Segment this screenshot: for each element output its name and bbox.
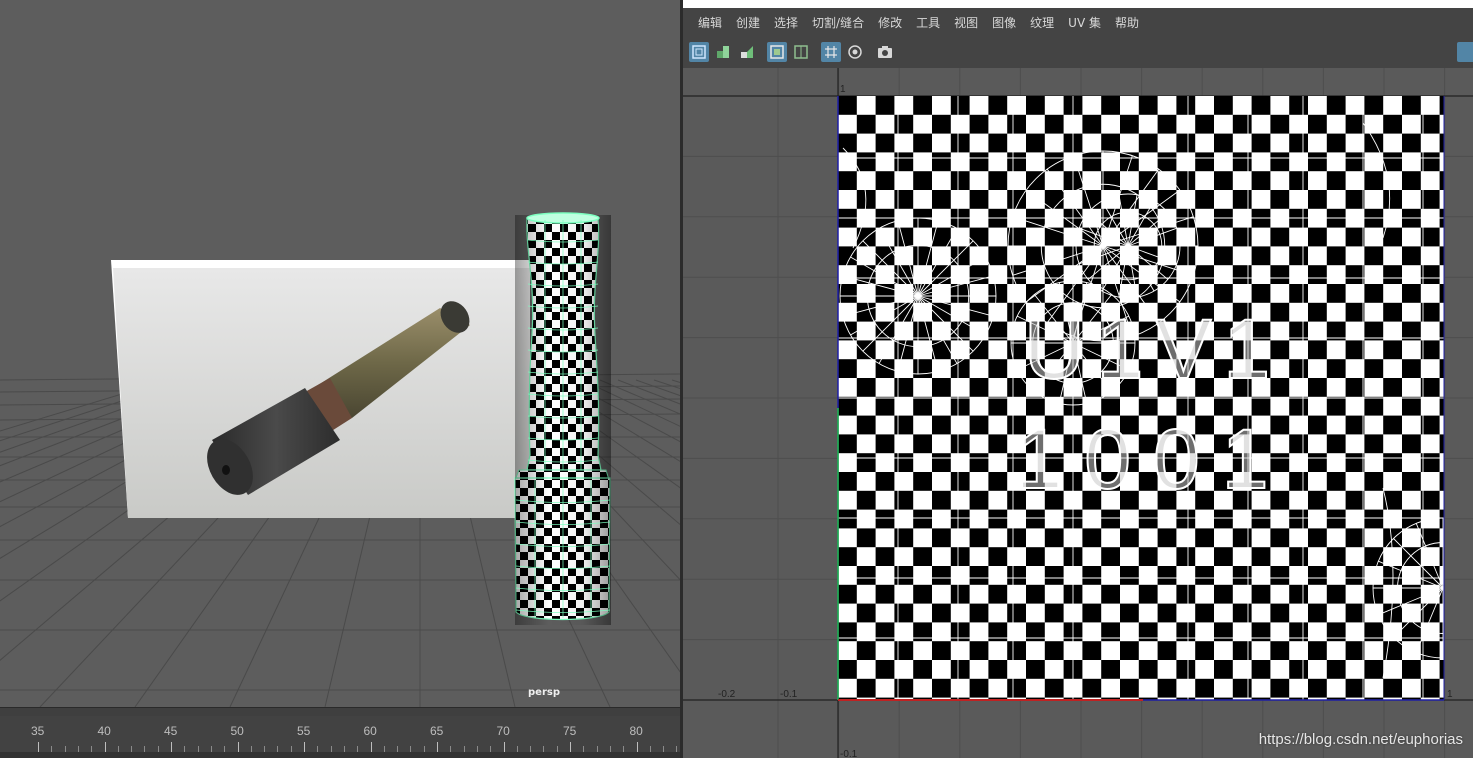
uv-shell-border-icon[interactable]	[713, 42, 733, 62]
snap-pixel-icon[interactable]	[845, 42, 865, 62]
uv-axis-label: -0.1	[780, 689, 798, 700]
timeline-frame-label: 50	[230, 724, 244, 738]
timeline-major-tick	[437, 742, 438, 752]
timeline-frame-label: 35	[31, 724, 45, 738]
grid-toggle-icon[interactable]	[821, 42, 841, 62]
timeline-frame-label: 55	[297, 724, 311, 738]
timeline-major-tick	[237, 742, 239, 752]
timeline-frame-label: 60	[363, 724, 377, 738]
timeline-frame-label: 70	[496, 724, 510, 738]
timeline-major-tick	[304, 742, 305, 752]
menu-edit[interactable]: 编辑	[691, 14, 729, 31]
timeline-major-tick	[503, 742, 505, 752]
uv-axis-label: -0.2	[718, 689, 736, 700]
menu-help[interactable]: 帮助	[1108, 14, 1146, 31]
uv-space-drawing: U1V1 1001	[683, 68, 1473, 758]
uv-editor-toolbar	[683, 36, 1473, 68]
snapshot-camera-icon[interactable]	[875, 42, 895, 62]
dim-image-icon[interactable]	[791, 42, 811, 62]
menu-create[interactable]: 创建	[729, 14, 767, 31]
timeline-frame-label: 40	[97, 724, 111, 738]
menu-modify[interactable]: 修改	[871, 14, 909, 31]
uv-axis-label: 1	[840, 84, 846, 95]
uv-texture-canvas[interactable]: U1V1 1001 1 1 -0.2 -0.1 -0.1	[683, 68, 1473, 758]
timeline-frame-label: 65	[430, 724, 444, 738]
timeline-major-tick	[636, 742, 638, 752]
timeline-major-tick	[171, 742, 172, 752]
camera-label: persp	[528, 687, 560, 698]
menu-uv-sets[interactable]: UV 集	[1061, 14, 1108, 31]
timeline-frame-label: 75	[563, 724, 577, 738]
viewport-scene	[0, 212, 680, 707]
menu-select[interactable]: 选择	[767, 14, 805, 31]
timeline-frame-label: 45	[164, 724, 178, 738]
timeline-major-tick	[570, 742, 571, 752]
uv-editor-panel: 编辑 创建 选择 切割/缝合 修改 工具 视图 图像 纹理 UV 集 帮助 U1…	[683, 0, 1473, 758]
menu-image[interactable]: 图像	[985, 14, 1023, 31]
menu-cut-sew[interactable]: 切割/缝合	[805, 14, 871, 31]
tile-label-1001: 1001	[1016, 412, 1291, 506]
uv-editor-title-strip	[683, 0, 1473, 8]
uv-shell-shaded-icon[interactable]	[737, 42, 757, 62]
menu-view[interactable]: 视图	[947, 14, 985, 31]
uv-axis-label: -0.1	[840, 749, 858, 758]
timeline-major-tick	[104, 742, 106, 752]
display-image-icon[interactable]	[767, 42, 787, 62]
perspective-viewport[interactable]: persp	[0, 0, 680, 707]
reference-image-plane[interactable]	[111, 260, 530, 518]
timeline-major-tick	[370, 742, 372, 752]
tile-label-u1v1: U1V1	[1024, 302, 1282, 396]
image-display-toggle-icon[interactable]	[1457, 42, 1473, 62]
time-slider[interactable]: 35 40 45 50 55 60 65 70 75 80	[0, 707, 691, 758]
timeline-major-tick	[38, 742, 39, 752]
timeline-range-strip	[0, 752, 680, 758]
timeline-ruler[interactable]: 35 40 45 50 55 60 65 70 75 80	[0, 716, 691, 752]
uv-editor-menubar: 编辑 创建 选择 切割/缝合 修改 工具 视图 图像 纹理 UV 集 帮助	[683, 8, 1473, 36]
menu-tools[interactable]: 工具	[909, 14, 947, 31]
watermark-text: https://blog.csdn.net/euphorias	[1258, 731, 1463, 748]
uv-shell-select-icon[interactable]	[689, 42, 709, 62]
menu-textures[interactable]: 纹理	[1023, 14, 1061, 31]
uv-axis-label: 1	[1447, 689, 1453, 700]
timeline-frame-label: 80	[629, 724, 643, 738]
